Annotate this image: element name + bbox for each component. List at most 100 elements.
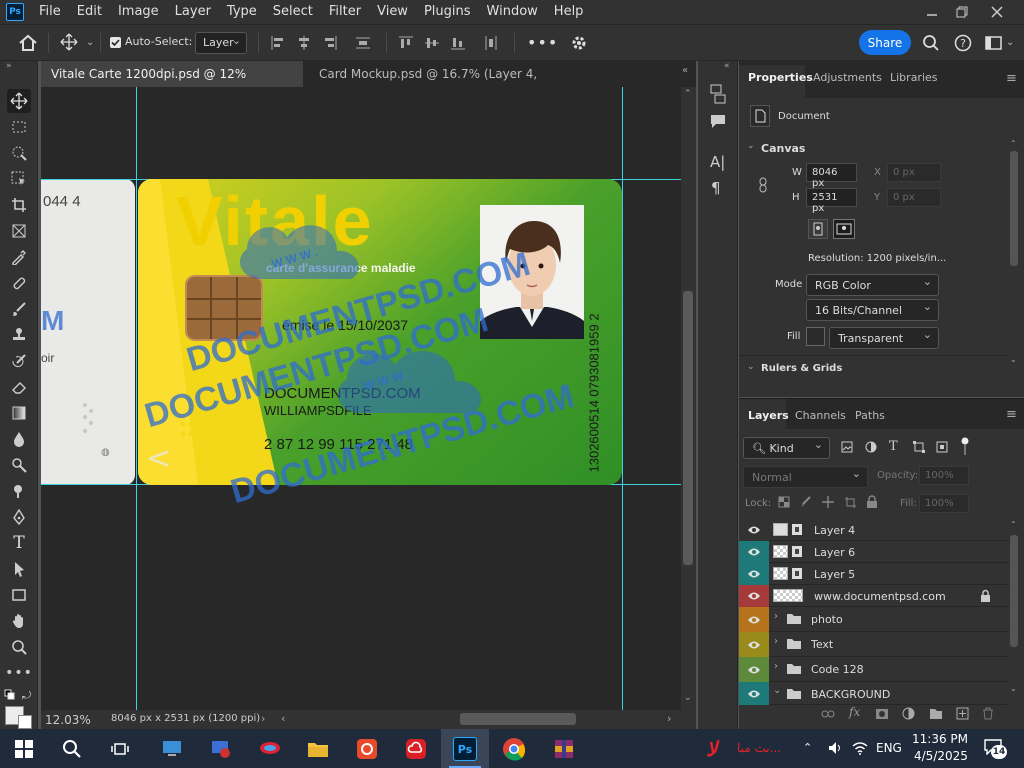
align-middle-icon[interactable]	[424, 35, 440, 51]
menu-edit[interactable]: Edit	[69, 0, 110, 24]
lock-all-icon[interactable]	[866, 495, 878, 508]
lock-pixels-icon[interactable]	[800, 496, 812, 508]
align-bottom-icon[interactable]	[450, 35, 466, 51]
menu-filter[interactable]: Filter	[321, 0, 369, 24]
scroll-down-icon[interactable]: ⌄	[1010, 355, 1017, 364]
horizontal-scrollbar-thumb[interactable]	[460, 713, 576, 725]
layer-name[interactable]: BACKGROUND	[811, 688, 890, 701]
filter-adjustment-icon[interactable]	[865, 441, 877, 453]
filter-shape-icon[interactable]	[913, 441, 925, 453]
network-app-icon[interactable]	[207, 735, 235, 763]
chevron-down-icon[interactable]: ⌄	[86, 37, 94, 48]
y-field[interactable]: 0 px	[887, 188, 941, 207]
share-button[interactable]: Share	[859, 30, 911, 55]
visibility-eye-icon[interactable]	[739, 607, 769, 632]
eyedropper-tool-icon[interactable]	[7, 245, 31, 269]
file-explorer-icon[interactable]	[304, 735, 332, 763]
search-icon[interactable]	[58, 735, 86, 763]
visibility-eye-icon[interactable]	[739, 519, 769, 541]
layer-name[interactable]: Code 128	[811, 663, 864, 676]
tray-app-logo[interactable]: ﻻ	[706, 737, 717, 761]
healing-brush-tool-icon[interactable]	[7, 271, 31, 295]
tab-libraries[interactable]: Libraries	[890, 71, 938, 84]
history-panel-icon[interactable]	[709, 83, 727, 105]
brush-tool-icon[interactable]	[7, 297, 31, 321]
align-right-icon[interactable]	[322, 35, 338, 51]
comments-panel-icon[interactable]	[709, 113, 727, 129]
gear-icon[interactable]	[570, 34, 588, 52]
chrome-icon[interactable]	[500, 735, 528, 763]
new-layer-icon[interactable]	[956, 707, 969, 720]
more-tools-icon[interactable]: •••	[5, 661, 32, 685]
distribute-vertical-icon[interactable]	[483, 35, 499, 51]
visibility-eye-icon[interactable]	[739, 541, 769, 563]
scroll-down-icon[interactable]: ⌄	[1010, 684, 1017, 693]
this-pc-icon[interactable]	[158, 735, 186, 763]
align-left-icon[interactable]	[270, 35, 286, 51]
menu-file[interactable]: File	[31, 0, 69, 24]
menu-layer[interactable]: Layer	[167, 0, 219, 24]
language-indicator[interactable]: ENG	[876, 741, 902, 755]
filter-smart-object-icon[interactable]	[936, 441, 948, 453]
layer-name[interactable]: Layer 5	[814, 568, 855, 581]
panel-menu-icon[interactable]: ≡	[1006, 407, 1017, 422]
scroll-left-icon[interactable]: ‹	[281, 712, 285, 725]
visibility-eye-icon[interactable]	[739, 632, 769, 657]
frame-tool-icon[interactable]	[7, 219, 31, 243]
auto-select-target-dropdown[interactable]: Layer ⌄	[195, 32, 247, 54]
gradient-tool-icon[interactable]	[7, 401, 31, 425]
menu-image[interactable]: Image	[110, 0, 167, 24]
fill-field[interactable]: 100%	[919, 494, 969, 513]
zoom-tool-icon[interactable]	[7, 635, 31, 659]
align-top-icon[interactable]	[398, 35, 414, 51]
clock-time[interactable]: 11:36 PM	[912, 732, 968, 746]
canvas-workspace[interactable]: 044 4 oir ◍ Vitale carte d'assurance mal…	[41, 87, 681, 710]
layer-row[interactable]: ⌄ BACKGROUND	[739, 682, 1009, 705]
layers-scrollbar-thumb[interactable]	[1010, 535, 1018, 647]
layer-name[interactable]: Text	[811, 638, 833, 651]
collapse-icon[interactable]: »	[6, 61, 12, 71]
blur-tool-icon[interactable]	[7, 427, 31, 451]
layer-name[interactable]: Layer 4	[814, 524, 855, 537]
path-select-tool-icon[interactable]	[7, 557, 31, 581]
chevron-down-icon[interactable]: ⌄	[747, 362, 755, 372]
scroll-right-icon[interactable]: ›	[667, 712, 671, 725]
lock-position-icon[interactable]	[821, 495, 835, 509]
landscape-orientation-icon[interactable]	[833, 219, 855, 239]
properties-scrollbar-thumb[interactable]	[1010, 151, 1018, 266]
more-options-icon[interactable]: •••	[527, 33, 558, 52]
scroll-up-icon[interactable]: ⌃	[1010, 520, 1017, 529]
distribute-icon[interactable]	[355, 35, 371, 51]
blend-mode-dropdown[interactable]: Normal	[743, 466, 868, 488]
rectangle-tool-icon[interactable]	[7, 583, 31, 607]
menu-type[interactable]: Type	[219, 0, 265, 24]
delete-layer-icon[interactable]	[982, 707, 994, 720]
layer-row[interactable]: › photo	[739, 607, 1009, 632]
chevron-up-icon[interactable]: ⌃	[803, 741, 812, 754]
auto-select-checkbox[interactable]	[110, 37, 121, 48]
home-icon[interactable]	[18, 33, 38, 53]
link-layers-icon[interactable]	[821, 709, 835, 719]
adjustment-layer-icon[interactable]	[902, 707, 915, 720]
scroll-up-icon[interactable]: ⌃	[684, 89, 692, 99]
restore-icon[interactable]	[945, 0, 979, 24]
workspace-icon[interactable]	[985, 35, 1003, 51]
eraser-tool-icon[interactable]	[7, 375, 31, 399]
layer-row[interactable]: Layer 4	[739, 519, 1009, 541]
search-icon[interactable]	[922, 34, 940, 52]
tab-layers[interactable]: Layers	[748, 409, 789, 422]
menu-window[interactable]: Window	[479, 0, 546, 24]
default-colors-icon[interactable]	[4, 689, 16, 701]
pen-tool-icon[interactable]	[7, 505, 31, 529]
windows-start-icon[interactable]	[10, 735, 38, 763]
vertical-scrollbar[interactable]: ⌃ ⌄	[681, 87, 696, 710]
history-brush-tool-icon[interactable]	[7, 349, 31, 373]
status-menu-icon[interactable]: ›	[261, 712, 265, 725]
visibility-eye-icon[interactable]	[739, 563, 769, 585]
character-panel-icon[interactable]: A|	[710, 153, 725, 171]
width-field[interactable]: 8046 px	[806, 163, 857, 189]
hand-tool-icon[interactable]	[7, 609, 31, 633]
chevron-right-icon[interactable]: ›	[774, 636, 778, 647]
lock-artboard-icon[interactable]	[844, 496, 857, 509]
tab-vitale-carte[interactable]: Vitale Carte 1200dpi.psd @ 12% (RGB/16#)…	[41, 61, 303, 107]
